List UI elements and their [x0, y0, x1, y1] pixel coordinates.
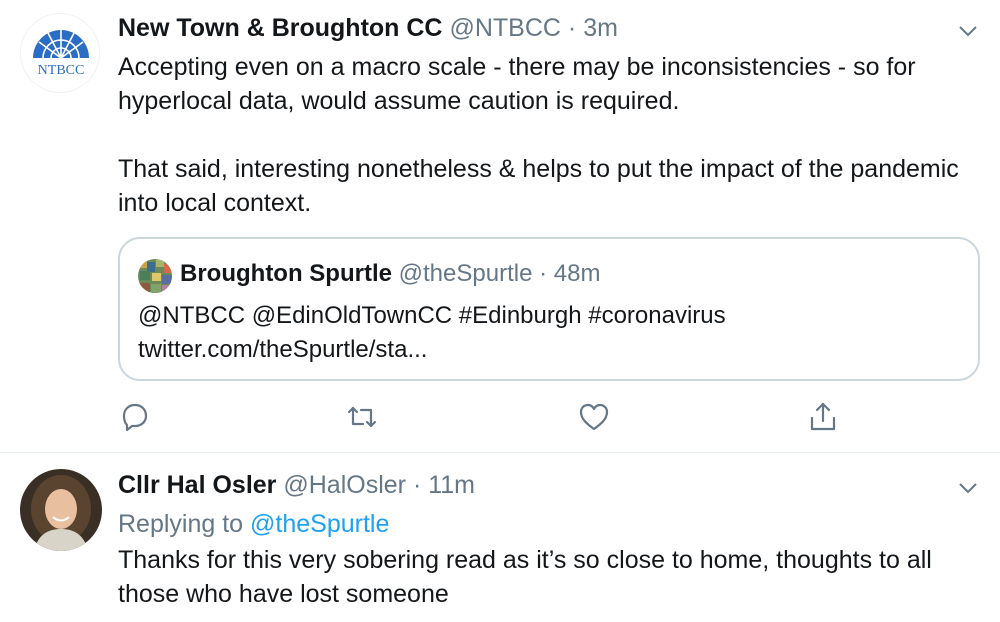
ntbcc-logo-icon: NTBCC	[33, 30, 89, 78]
share-icon[interactable]	[806, 400, 840, 434]
tweet-text: Accepting even on a macro scale - there …	[118, 53, 959, 217]
spurtle-avatar-icon	[138, 259, 172, 293]
quoted-timestamp: 48m	[553, 260, 601, 287]
quoted-author-name: Broughton Spurtle	[180, 260, 392, 287]
quoted-author-handle: @theSpurtle	[398, 260, 533, 287]
like-icon[interactable]	[577, 400, 611, 434]
author-handle[interactable]: @HalOsler	[283, 471, 406, 499]
chevron-down-icon[interactable]	[956, 476, 980, 500]
replying-to: Replying to @theSpurtle	[118, 507, 389, 541]
replying-to-handle-link[interactable]: @theSpurtle	[250, 510, 389, 538]
avatar-logo-text: NTBCC	[38, 63, 85, 78]
quoted-header: Broughton Spurtle @theSpurtle · 48m	[180, 259, 600, 289]
action-bar	[0, 400, 1000, 436]
tweet-hal-osler[interactable]: Cllr Hal Osler @HalOsler · 11m Replying …	[0, 453, 1000, 622]
author-handle[interactable]: @NTBCC	[449, 14, 561, 42]
separator-dot: ·	[567, 14, 577, 42]
chevron-down-icon[interactable]	[956, 19, 980, 43]
tweet-ntbcc[interactable]: NTBCC New Town & Broughton CC @NTBCC · 3…	[0, 0, 1000, 453]
quoted-line-2: twitter.com/theSpurtle/sta...	[138, 336, 428, 363]
tweet-header: New Town & Broughton CC @NTBCC · 3m	[118, 13, 618, 43]
quoted-line-1: @NTBCC @EdinOldTownCC #Edinburgh #corona…	[138, 302, 726, 329]
replying-to-label: Replying to	[118, 510, 244, 538]
tweet-header: Cllr Hal Osler @HalOsler · 11m	[118, 470, 475, 500]
avatar-ntbcc[interactable]: NTBCC	[20, 13, 100, 93]
avatar-hal-osler[interactable]	[20, 469, 102, 551]
author-name[interactable]: New Town & Broughton CC	[118, 14, 443, 42]
retweet-icon[interactable]	[345, 400, 379, 434]
author-name[interactable]: Cllr Hal Osler	[118, 471, 276, 499]
timestamp[interactable]: 11m	[428, 471, 475, 499]
timestamp[interactable]: 3m	[583, 14, 618, 42]
separator-dot: ·	[412, 471, 422, 499]
quoted-tweet[interactable]: Broughton Spurtle @theSpurtle · 48m @NTB…	[118, 237, 980, 381]
avatar-spurtle	[138, 259, 172, 293]
separator-dot: ·	[539, 260, 548, 287]
quoted-text: @NTBCC @EdinOldTownCC #Edinburgh #corona…	[138, 299, 726, 367]
tweet-text: Thanks for this very sobering read as it…	[118, 546, 932, 608]
reply-icon[interactable]	[118, 400, 152, 434]
hal-osler-photo-icon	[20, 469, 102, 551]
